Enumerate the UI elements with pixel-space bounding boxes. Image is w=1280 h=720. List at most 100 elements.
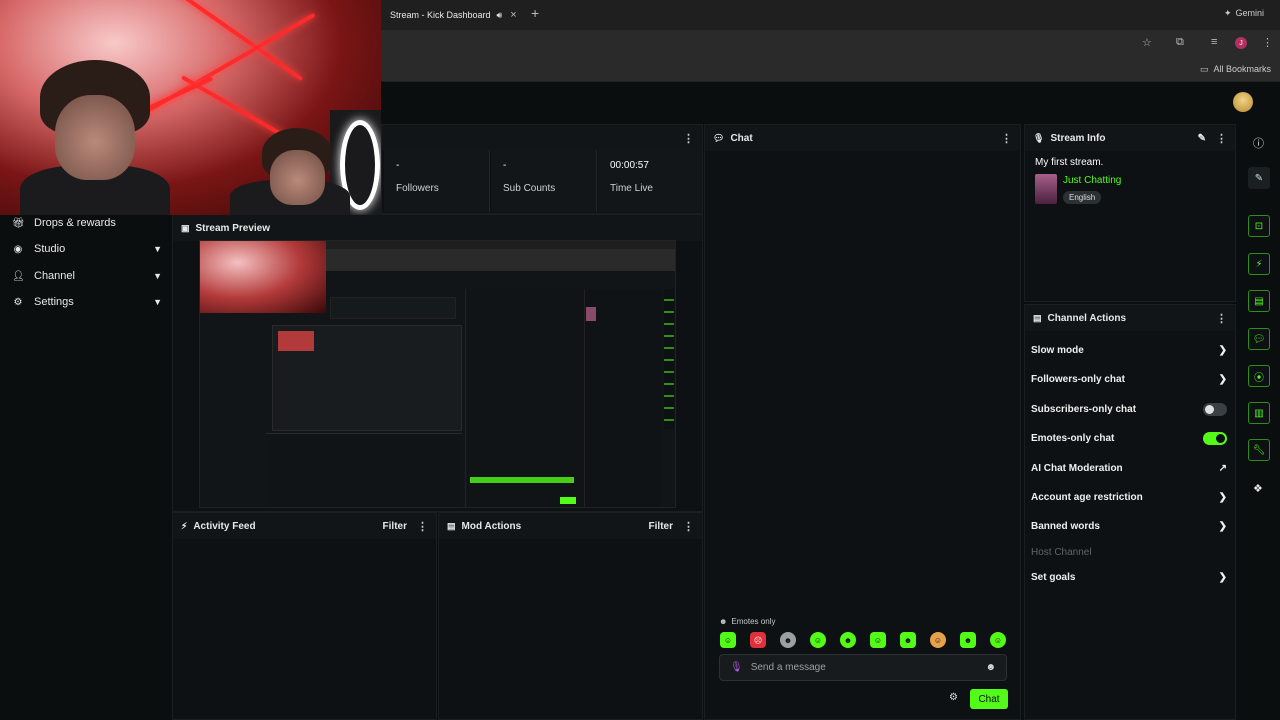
subscribers-only-item: Subscribers-only chat (1031, 398, 1227, 420)
action-label: Account age restriction (1031, 491, 1143, 503)
send-chat-button[interactable]: Chat (970, 689, 1008, 709)
rail-wrench-icon[interactable]: 🔧︎ (1248, 439, 1270, 461)
more-options-icon[interactable]: ⋮ (1001, 132, 1012, 145)
menu-dots-icon[interactable]: ⋮ (1262, 36, 1273, 49)
folder-icon: ▭ (1200, 64, 1209, 74)
chat-bubble-icon: 💬︎ (713, 132, 725, 143)
preview-nested-webcam (278, 331, 314, 351)
new-tab-button[interactable]: + (531, 5, 539, 21)
sidebar-item-drops[interactable]: 🎁︎ Drops & rewards (12, 212, 162, 234)
sidebar-item-label: Settings (34, 296, 74, 308)
sidebar-item-settings[interactable]: ⚙ Settings ▼ (12, 291, 162, 313)
followers-only-item[interactable]: Followers-only chat ❯ (1031, 368, 1227, 390)
url-field[interactable] (400, 33, 1160, 53)
host-channel-item: Host Channel (1031, 541, 1227, 563)
subs-value: - (503, 160, 507, 171)
activity-filter-button[interactable]: Filter (383, 521, 407, 532)
more-options-icon[interactable]: ⋮ (683, 520, 694, 533)
action-label: Banned words (1031, 520, 1100, 532)
emote-icon[interactable]: ☺ (810, 632, 826, 648)
channel-actions-title: Channel Actions (1047, 312, 1127, 324)
time-live-stat: 00:00:57 Time Live (598, 150, 702, 212)
media-icon[interactable]: ≡ (1211, 36, 1217, 48)
shield-icon: ▤ (447, 520, 456, 531)
channel-actions-panel: ▤ Channel Actions ⋮ (1024, 304, 1236, 720)
subscribers-only-toggle[interactable] (1203, 402, 1227, 416)
preview-webcam (200, 241, 326, 313)
action-label: Emotes-only chat (1031, 432, 1115, 444)
emote-icon[interactable]: ☺ (930, 632, 946, 648)
all-bookmarks[interactable]: ▭ All Bookmarks (1200, 64, 1271, 75)
sidebar-item-channel[interactable]: 👤︎ Channel ▼ (12, 265, 162, 287)
emote-icon[interactable]: ☺ (870, 632, 886, 648)
rail-preview-icon[interactable]: ⊡ (1248, 215, 1270, 237)
extensions-icon[interactable]: ⧉ (1176, 36, 1184, 49)
user-avatar[interactable] (1233, 92, 1253, 112)
emote-icon[interactable]: ☻ (900, 632, 916, 648)
gemini-label: Gemini (1235, 8, 1265, 18)
rail-lightning-icon[interactable]: ⚡︎ (1248, 253, 1270, 275)
emotes-only-toggle[interactable] (1203, 431, 1227, 445)
mod-filter-button[interactable]: Filter (649, 521, 673, 532)
gemini-button[interactable]: ✦ Gemini (1224, 8, 1264, 19)
chat-panel: 💬︎ Chat ⋮ (704, 124, 1021, 720)
chat-message-input[interactable]: 🎙︎ Send a message ☻ (719, 654, 1007, 681)
sidebar-item-studio[interactable]: ◉ Studio ▼ (12, 238, 162, 260)
stream-info-header: 🎙︎ Stream Info ✎ ⋮ (1025, 125, 1235, 151)
star-icon[interactable]: ☆ (1142, 36, 1152, 49)
more-options-icon[interactable]: ⋮ (417, 520, 428, 533)
ai-moderation-item[interactable]: AI Chat Moderation ↗ (1031, 457, 1227, 479)
time-live-value: 00:00:57 (610, 160, 649, 171)
stream-preview-video[interactable] (199, 240, 676, 508)
emote-icon[interactable]: ☺ (720, 632, 736, 648)
action-label: Followers-only chat (1031, 373, 1125, 385)
edit-icon[interactable]: ✎ (1198, 133, 1206, 144)
preview-icon: ▣ (181, 222, 190, 233)
followers-label: Followers (396, 183, 439, 194)
browser-tab[interactable]: Stream - Kick Dashboard 🔊︎ × (380, 4, 525, 26)
edit-layout-icon[interactable]: ✎ (1248, 167, 1270, 189)
emote-icon[interactable]: ☻ (960, 632, 976, 648)
subs-label: Sub Counts (503, 183, 556, 194)
stream-category[interactable]: Just Chatting (1063, 175, 1121, 186)
microphone-icon[interactable]: 🎙︎ (730, 662, 743, 673)
slow-mode-item[interactable]: Slow mode ❯ (1031, 339, 1227, 361)
emote-icon[interactable]: ☻ (840, 632, 856, 648)
sidebar-item-label: Studio (34, 243, 66, 255)
close-tab-icon[interactable]: × (510, 9, 516, 21)
emoji-picker-icon[interactable]: ☻ (985, 662, 996, 673)
rail-document-icon[interactable]: ▤ (1248, 290, 1270, 312)
preview-feeds (266, 433, 462, 507)
speaker-icon[interactable]: 🔊︎ (497, 10, 503, 21)
more-options-icon[interactable]: ⋮ (1216, 312, 1227, 325)
more-options-icon[interactable]: ⋮ (1216, 132, 1227, 145)
more-options-icon[interactable]: ⋮ (683, 132, 694, 145)
preview-category-thumb (586, 307, 596, 321)
emote-icon[interactable]: ☹ (750, 632, 766, 648)
category-thumbnail[interactable] (1035, 174, 1057, 204)
chevron-right-icon: ❯ (1218, 520, 1227, 532)
gift-icon: 🎁︎ (12, 217, 25, 229)
info-icon[interactable]: ⓘ (1253, 135, 1264, 151)
sidebar-item-label: Drops & rewards (34, 217, 116, 229)
activity-feed-title: Activity Feed (193, 520, 256, 532)
banned-words-item[interactable]: Banned words ❯ (1031, 515, 1227, 537)
rail-broadcast-icon[interactable]: ⦿ (1248, 365, 1270, 387)
preview-right-panels (584, 289, 662, 507)
emote-icon[interactable]: ☻ (780, 632, 796, 648)
preview-emotes (470, 477, 574, 483)
chat-settings-icon[interactable]: ⚙ (949, 692, 958, 703)
mod-actions-header: ▤ Mod Actions Filter ⋮ (439, 513, 702, 539)
integrations-icon[interactable]: ❖ (1253, 482, 1263, 495)
profile-avatar[interactable]: J (1235, 37, 1247, 49)
all-bookmarks-label: All Bookmarks (1213, 64, 1272, 74)
account-age-item[interactable]: Account age restriction ❯ (1031, 486, 1227, 508)
gear-icon: ⚙ (13, 296, 23, 308)
set-goals-item[interactable]: Set goals ❯ (1031, 566, 1227, 588)
emotes-only-item: Emotes-only chat (1031, 427, 1227, 449)
stream-info-panel: 🎙︎ Stream Info ✎ ⋮ My first stream. Just… (1024, 124, 1236, 302)
stream-preview-title: Stream Preview (195, 222, 271, 234)
emote-icon[interactable]: ☺ (990, 632, 1006, 648)
rail-layout-icon[interactable]: ▥ (1248, 402, 1270, 424)
rail-chat-icon[interactable]: 💬︎ (1248, 328, 1270, 350)
